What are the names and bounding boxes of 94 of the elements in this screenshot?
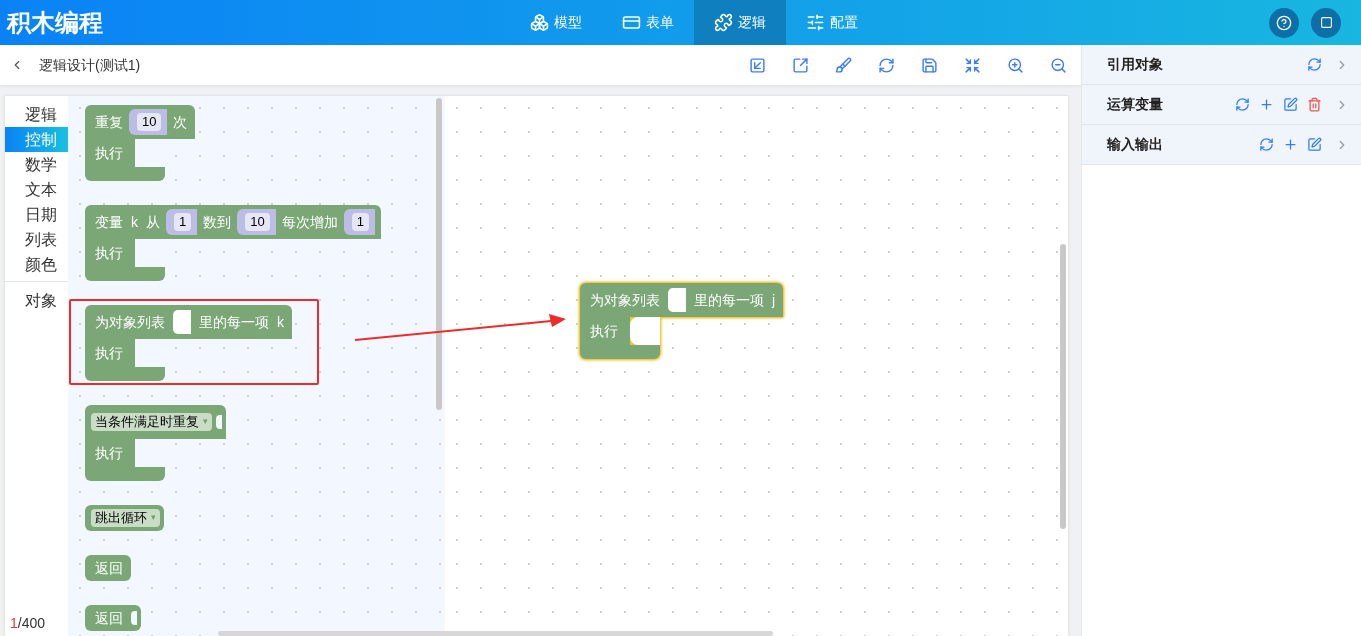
block-label: 每次增加 xyxy=(280,212,339,232)
page-counter: 1/400 xyxy=(10,614,46,633)
export-button[interactable] xyxy=(792,56,809,74)
zoom-out-button[interactable] xyxy=(1050,56,1067,74)
category-item[interactable]: 文本 xyxy=(5,177,68,202)
import-button[interactable] xyxy=(749,56,766,74)
panel-row[interactable]: 输入输出 xyxy=(1082,125,1361,165)
category-item[interactable]: 日期 xyxy=(5,202,68,227)
category-item[interactable]: 对象 xyxy=(5,288,68,313)
block-label: j xyxy=(770,290,777,310)
refresh-button[interactable] xyxy=(1307,57,1322,72)
zoom-in-icon xyxy=(1007,56,1024,74)
refresh-icon xyxy=(1235,97,1250,112)
add-icon xyxy=(1283,137,1298,152)
dropdown-field[interactable]: 当条件满足时重复 ▾ xyxy=(91,413,212,431)
edit-button[interactable] xyxy=(1307,137,1322,152)
delete-icon xyxy=(1307,97,1322,112)
puzzle-icon xyxy=(714,13,733,32)
edit-icon xyxy=(1283,97,1298,112)
refresh-icon xyxy=(878,56,895,74)
loop-block[interactable]: 重复 10 次 执行 xyxy=(85,105,196,181)
delete-button[interactable] xyxy=(1307,97,1322,112)
boxes-icon xyxy=(530,13,549,32)
brush-icon xyxy=(835,56,852,74)
block-label: 从 xyxy=(145,212,161,232)
export-icon xyxy=(792,56,809,74)
block-label: 重复 xyxy=(94,112,124,132)
edit-button[interactable] xyxy=(1283,97,1298,112)
refresh-icon xyxy=(1259,137,1274,152)
nav-tab[interactable]: 逻辑 xyxy=(694,0,786,45)
block-label: k xyxy=(130,212,139,232)
save-button[interactable] xyxy=(921,56,938,74)
sliders-icon xyxy=(806,13,825,32)
block-label: 次 xyxy=(172,112,189,132)
block-label: 里的每一项 xyxy=(693,290,765,310)
scrollbar[interactable] xyxy=(436,98,442,410)
refresh-icon xyxy=(1307,57,1322,72)
category-item[interactable]: 颜色 xyxy=(5,252,68,277)
card-icon xyxy=(622,13,641,32)
number-field[interactable]: 1 xyxy=(351,213,369,231)
app-title: 积木编程 xyxy=(5,7,104,38)
block-label: 返回 xyxy=(94,558,124,578)
block-label: 变量 xyxy=(94,212,124,232)
panel-row-title: 输入输出 xyxy=(1107,135,1163,154)
panel-row-title: 引用对象 xyxy=(1107,55,1163,74)
number-field[interactable]: 10 xyxy=(137,113,162,131)
block-label: k xyxy=(276,312,285,332)
window-button[interactable] xyxy=(1311,7,1341,38)
square-icon xyxy=(1319,16,1333,29)
block-label: 执行 xyxy=(95,243,123,263)
add-icon xyxy=(1259,97,1274,112)
panel-row[interactable]: 运算变量 xyxy=(1082,85,1361,125)
category-item[interactable]: 数学 xyxy=(5,152,68,177)
block-label: 执行 xyxy=(590,321,618,341)
refresh-button[interactable] xyxy=(1235,97,1250,112)
page-title: 逻辑设计(测试1) xyxy=(39,55,141,75)
brush-button[interactable] xyxy=(835,56,852,74)
zoom-out-icon xyxy=(1050,56,1067,74)
dropdown-field[interactable]: 跳出循环 ▾ xyxy=(91,509,160,527)
scrollbar[interactable] xyxy=(218,631,773,636)
input-socket[interactable] xyxy=(173,310,191,334)
refresh-button[interactable] xyxy=(1259,137,1274,152)
number-field[interactable]: 10 xyxy=(245,213,270,231)
add-button[interactable] xyxy=(1259,97,1274,112)
block-label: 执行 xyxy=(95,143,123,163)
input-socket[interactable] xyxy=(216,415,222,429)
block-label: 执行 xyxy=(95,343,123,363)
import-icon xyxy=(749,56,766,74)
category-item[interactable]: 逻辑 xyxy=(5,102,68,127)
input-socket[interactable] xyxy=(131,611,137,625)
edit-icon xyxy=(1307,137,1322,152)
category-item[interactable]: 列表 xyxy=(5,227,68,252)
panel-row[interactable]: 引用对象 xyxy=(1082,45,1361,85)
save-icon xyxy=(921,56,938,74)
scrollbar[interactable] xyxy=(1060,244,1066,529)
zoom-in-button[interactable] xyxy=(1007,56,1024,74)
help-button[interactable] xyxy=(1269,7,1299,38)
loop-block[interactable]: 当条件满足时重复 ▾ 执行 xyxy=(85,405,226,481)
block-label: 为对象列表 xyxy=(94,312,166,332)
panel-row-title: 运算变量 xyxy=(1107,95,1163,114)
block-label: 为对象列表 xyxy=(589,290,661,310)
shrink-icon xyxy=(964,56,981,74)
input-socket[interactable] xyxy=(668,288,686,312)
refresh-button[interactable] xyxy=(878,56,895,74)
loop-block[interactable]: 变量 k 从 1 数到 10 每次增加 1 执行 xyxy=(85,205,381,281)
number-field[interactable]: 1 xyxy=(174,213,192,231)
block-label: 里的每一项 xyxy=(198,312,270,332)
block-label: 返回 xyxy=(94,608,124,628)
add-button[interactable] xyxy=(1283,137,1298,152)
help-icon xyxy=(1276,14,1292,31)
shrink-button[interactable] xyxy=(964,56,981,74)
block-label: 执行 xyxy=(95,443,123,463)
code-block[interactable]: 跳出循环 ▾ xyxy=(85,505,164,531)
block-label: 数到 xyxy=(202,212,233,232)
